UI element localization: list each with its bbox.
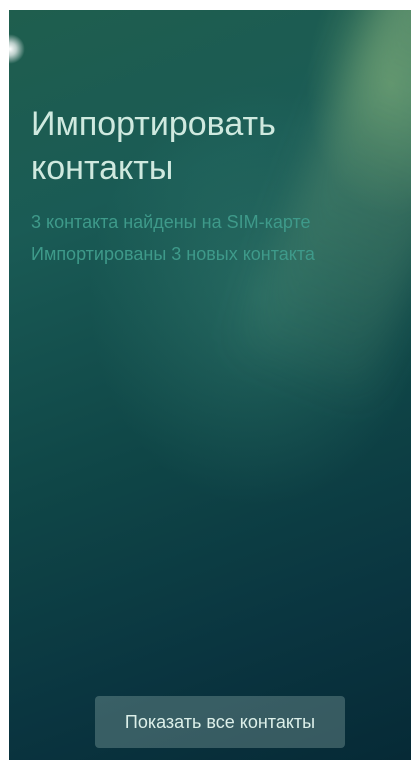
imported-contacts-text: Импортированы 3 новых контакта [31, 244, 315, 264]
import-contacts-screen: Импортировать контакты 3 контакта найден… [9, 10, 411, 760]
found-contacts-text: 3 контакта найдены на SIM-карте [31, 212, 311, 232]
show-all-contacts-button[interactable]: Показать все контакты [95, 696, 345, 748]
import-status: 3 контакта найдены на SIM-карте Импортир… [31, 206, 401, 270]
pulley-indicator-glow [9, 34, 25, 64]
page-title: Импортировать контакты [31, 105, 276, 187]
